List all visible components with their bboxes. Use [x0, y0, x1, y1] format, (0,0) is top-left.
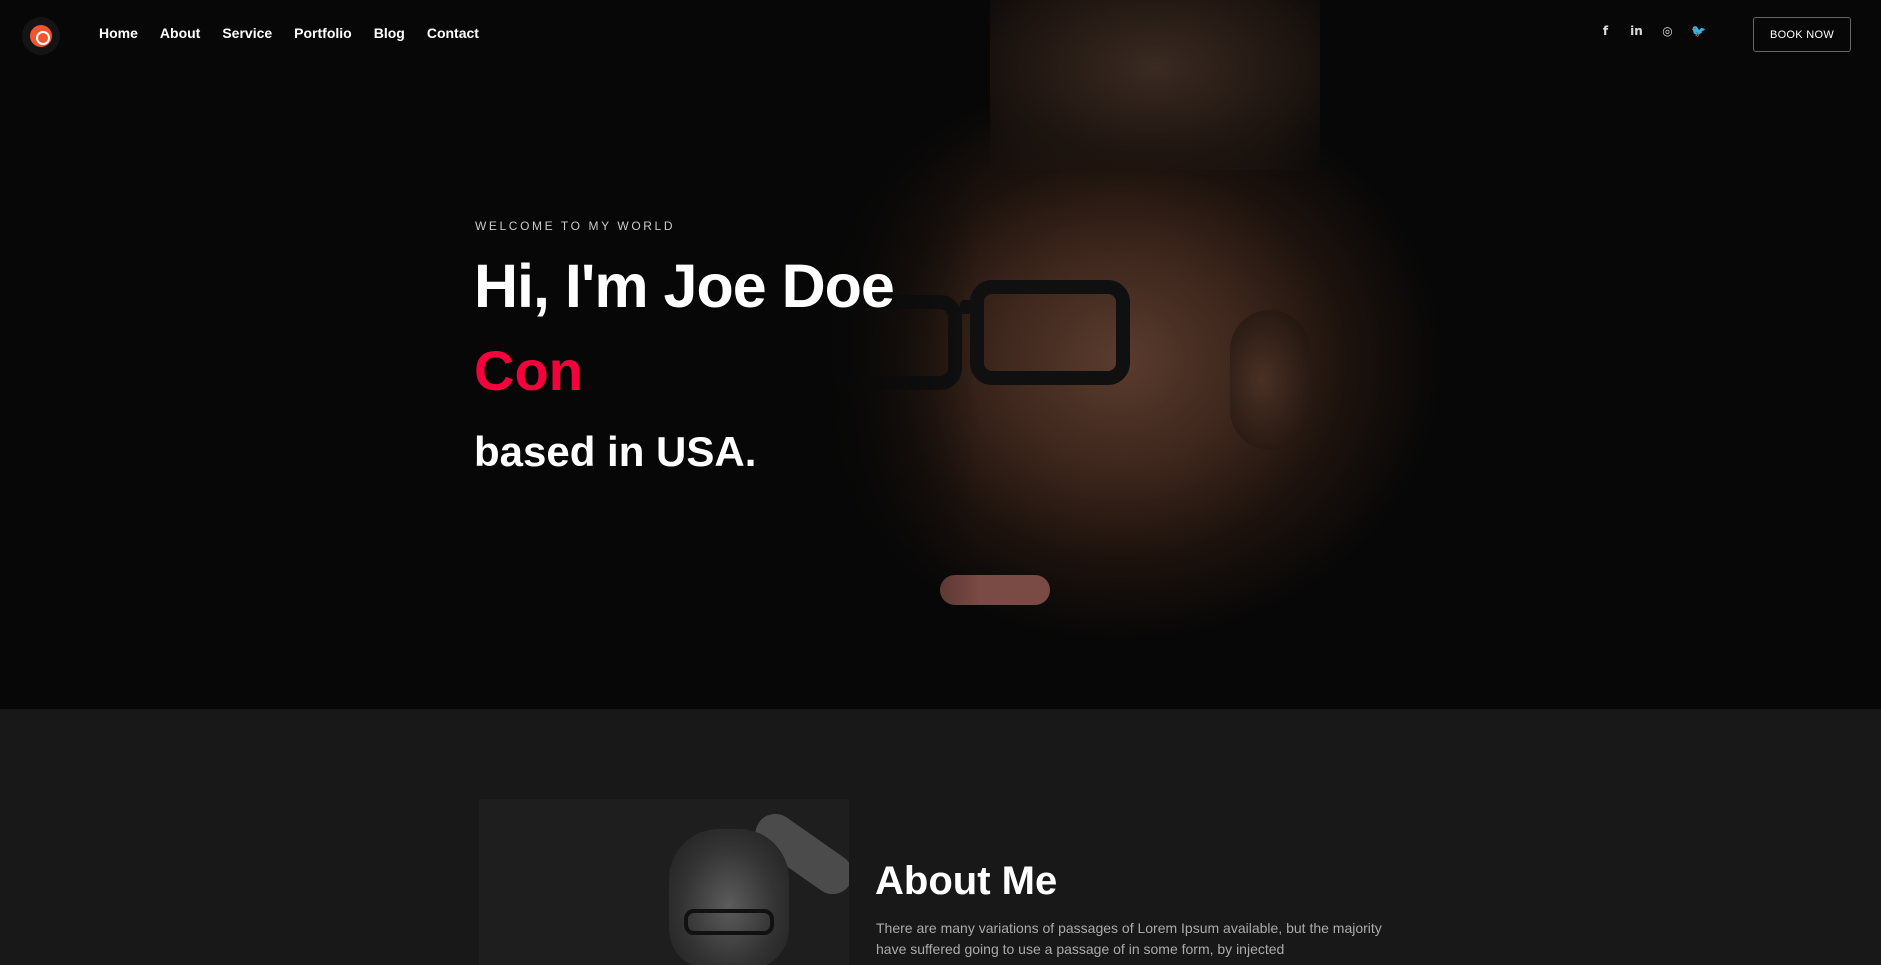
hero-location: based in USA. [474, 428, 757, 475]
nav-item-about[interactable]: About [160, 25, 200, 41]
about-section: About Me There are many variations of pa… [0, 709, 1881, 965]
book-now-button[interactable]: BOOK NOW [1753, 17, 1851, 52]
nav-item-home[interactable]: Home [99, 25, 138, 41]
hero-section: WELCOME TO MY WORLD Hi, I'm Joe Doe Con … [0, 0, 1881, 709]
about-text: There are many variations of passages of… [876, 920, 1382, 957]
portrait-ear [1230, 310, 1310, 450]
hero-title: Hi, I'm Joe Doe [474, 252, 895, 320]
nav-item-contact[interactable]: Contact [427, 25, 479, 41]
hero-portrait-image [820, 0, 1881, 709]
facebook-icon[interactable]: f [1590, 24, 1621, 38]
main-menu: Home About Service Portfolio Blog Contac… [99, 25, 501, 41]
nav-item-blog[interactable]: Blog [374, 25, 405, 41]
hero-kicker: WELCOME TO MY WORLD [475, 219, 676, 233]
linkedin-icon[interactable]: in [1621, 24, 1652, 38]
portrait-fade [820, 0, 980, 709]
twitter-icon[interactable]: 🐦 [1683, 24, 1714, 38]
nav-item-portfolio[interactable]: Portfolio [294, 25, 352, 41]
top-nav: Home About Service Portfolio Blog Contac… [0, 0, 1881, 68]
instagram-icon[interactable]: ◎ [1652, 24, 1683, 38]
nav-item-service[interactable]: Service [222, 25, 272, 41]
social-links: f in ◎ 🐦 [1590, 24, 1714, 38]
target-logo-icon [30, 25, 52, 47]
portrait-face [669, 829, 789, 965]
about-portrait-image [479, 799, 849, 965]
about-title: About Me [875, 859, 1058, 903]
portrait-glasses-right [970, 280, 1130, 385]
hero-role: Con [474, 339, 583, 402]
logo[interactable] [22, 17, 60, 55]
portrait-glasses [684, 909, 774, 935]
